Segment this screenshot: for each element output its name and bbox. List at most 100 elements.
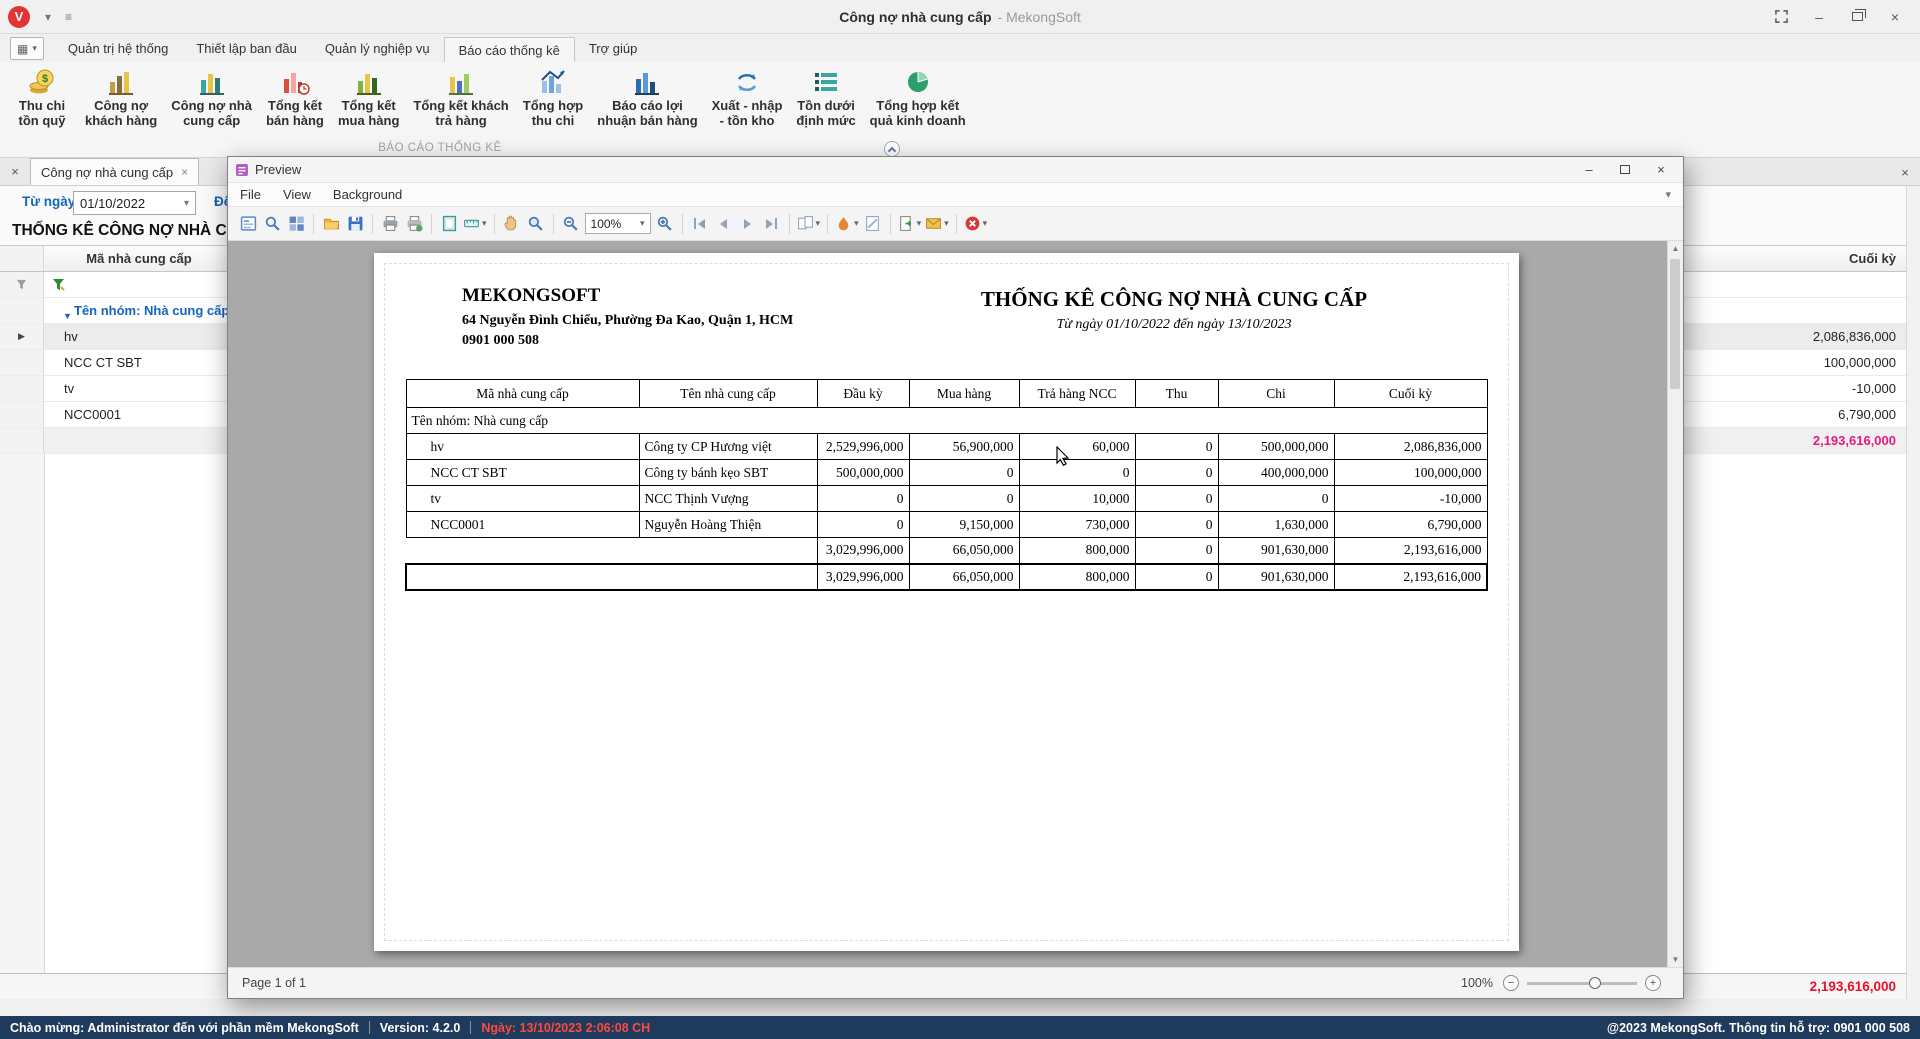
scroll-up-icon[interactable]: ▲ [1668, 241, 1683, 256]
ribbon-item-tong-ket-mua-hang[interactable]: Tổng kết mua hàng [331, 65, 406, 131]
window-title: Công nợ nhà cung cấp- MekongSoft [839, 9, 1081, 25]
tab-quan-tri-he-thong[interactable]: Quản trị hệ thống [54, 36, 182, 62]
cell-closing[interactable]: 6,790,000 [1681, 402, 1906, 427]
hand-tool-icon[interactable] [500, 211, 524, 237]
multiple-pages-icon[interactable]: ▾ [795, 211, 823, 237]
ribbon-item-cong-no-khach-hang[interactable]: Công nợ khách hàng [78, 65, 164, 131]
open-file-icon[interactable] [319, 211, 343, 237]
ribbon-item-ton-duoi-dinh-muc[interactable]: Tồn dưới định mức [789, 65, 862, 131]
page-color-icon[interactable]: ▾ [833, 211, 861, 237]
ribbon-item-label: Xuất - nhập - tồn kho [712, 99, 783, 129]
ribbon-item-xuat-nhap-ton-kho[interactable]: Xuất - nhập - tồn kho [705, 65, 790, 131]
ribbon-item-tong-ket-ban-hang[interactable]: Tổng kết bán hàng [259, 65, 331, 131]
menu-background[interactable]: Background [333, 187, 402, 202]
from-date-input[interactable]: 01/10/2022 ▾ [73, 191, 196, 215]
ribbon-item-cong-no-nha-cung-cap[interactable]: Công nợ nhà cung cấp [164, 65, 259, 131]
chevron-down-icon[interactable]: ▾ [45, 10, 51, 24]
zoom-slider[interactable] [1527, 982, 1637, 985]
zoom-in-icon[interactable] [653, 211, 677, 237]
tab-thiet-lap-ban-dau[interactable]: Thiết lập ban đầu [182, 36, 310, 62]
close-tab-group-button[interactable]: × [4, 162, 26, 182]
ribbon-item-bao-cao-loi-nhuan-ban-hang[interactable]: Báo cáo lợi nhuận bán hàng [590, 65, 704, 131]
quick-access-menu-icon[interactable]: ≡ [65, 10, 72, 24]
cell-closing[interactable]: 100,000,000 [1681, 350, 1906, 375]
cell-opening: 2,529,996,000 [817, 434, 909, 460]
minimize-icon[interactable]: – [1808, 7, 1830, 27]
ribbon-item-tong-hop-thu-chi[interactable]: Tổng hợp thu chi [516, 65, 591, 131]
next-page-icon[interactable] [736, 211, 760, 237]
cell-closing: 2,086,836,000 [1334, 434, 1487, 460]
scroll-down-icon[interactable]: ▼ [1668, 952, 1683, 967]
email-icon[interactable]: ▾ [923, 211, 951, 237]
scrollbar-thumb[interactable] [1670, 259, 1680, 389]
preview-title: Preview [255, 162, 301, 177]
cell-closing[interactable]: 2,086,836,000 [1681, 324, 1906, 349]
scale-icon[interactable]: ▾ [461, 211, 489, 237]
print-icon[interactable] [378, 211, 402, 237]
svg-text:$: $ [42, 73, 48, 85]
first-page-icon[interactable] [688, 211, 712, 237]
chevron-down-icon[interactable]: ▾ [640, 218, 645, 229]
cell-name: Công ty CP Hương việt [639, 434, 817, 460]
export-document-icon[interactable]: ▾ [896, 211, 924, 237]
ribbon-item-tong-ket-khach-tra-hang[interactable]: Tổng kết khách trả hàng [406, 65, 515, 131]
last-page-icon[interactable] [760, 211, 784, 237]
preview-document-area[interactable]: MEKONGSOFT 64 Nguyễn Đình Chiểu, Phường … [228, 241, 1683, 967]
application-button[interactable]: ▦ ▾ [10, 37, 44, 60]
close-preview-icon[interactable]: ▾ [962, 211, 990, 237]
tab-quan-ly-nghiep-vu[interactable]: Quản lý nghiệp vụ [311, 36, 444, 62]
quick-print-icon[interactable] [402, 211, 426, 237]
bar-chart-gold-icon [106, 67, 136, 97]
fit-screen-icon[interactable] [1770, 7, 1792, 27]
grid-col-code[interactable]: Mã nhà cung cấp [44, 246, 234, 271]
menu-file[interactable]: File [240, 187, 261, 202]
menu-view[interactable]: View [283, 187, 311, 202]
close-preview-window-icon[interactable]: × [1650, 161, 1672, 179]
filter-cell[interactable] [44, 272, 234, 297]
cell-code[interactable]: NCC0001 [44, 402, 234, 427]
preview-vertical-scrollbar[interactable]: ▲ ▼ [1667, 241, 1683, 967]
document-map-icon[interactable] [236, 211, 260, 237]
save-icon[interactable] [343, 211, 367, 237]
prev-page-icon[interactable] [712, 211, 736, 237]
cell-code[interactable]: hv [44, 324, 234, 349]
ribbon-item-thu-chi-ton-quy[interactable]: $ Thu chi tồn quỹ [6, 65, 78, 131]
zoom-out-icon[interactable] [559, 211, 583, 237]
thumbnails-icon[interactable] [284, 211, 308, 237]
magnifier-icon[interactable] [524, 211, 548, 237]
zoom-combobox[interactable]: 100% ▾ [585, 213, 651, 234]
menu-overflow-icon[interactable]: ▾ [1665, 188, 1671, 201]
col-header: Trả hàng NCC [1019, 380, 1135, 408]
report-group-label: Tên nhóm: Nhà cung cấp [406, 408, 1487, 434]
maximize-icon[interactable] [1614, 161, 1636, 179]
cell-closing[interactable]: -10,000 [1681, 376, 1906, 401]
chart-trend-blue-icon [538, 67, 568, 97]
zoom-in-button[interactable]: + [1645, 975, 1661, 991]
tab-bao-cao-thong-ke[interactable]: Báo cáo thống kê [444, 37, 575, 63]
grid-col-closing[interactable]: Cuối kỳ [1681, 246, 1906, 271]
preview-titlebar[interactable]: Preview – × [228, 157, 1683, 183]
zoom-out-button[interactable]: − [1503, 975, 1519, 991]
watermark-icon[interactable] [861, 211, 885, 237]
zoom-slider-knob[interactable] [1589, 977, 1601, 989]
tab-tro-giup[interactable]: Trợ giúp [575, 36, 652, 62]
preview-toolbar: ▾ 100% ▾ ▾ ▾ ▾ ▾ ▾ [228, 207, 1683, 241]
restore-icon[interactable] [1846, 7, 1868, 27]
page-setup-icon[interactable] [437, 211, 461, 237]
cell-code[interactable]: tv [44, 376, 234, 401]
ribbon-item-tong-hop-ket-qua-kinh-doanh[interactable]: Tổng hợp kết quả kinh doanh [863, 65, 973, 131]
group-total-value: 2,193,616,000 [1681, 428, 1906, 453]
search-icon[interactable] [260, 211, 284, 237]
group-row-label: Tên nhóm: Nhà cung cấp [74, 303, 229, 318]
report-row: tv NCC Thịnh Vượng 0 0 10,000 0 0 -10,00… [406, 486, 1487, 512]
cell-code[interactable]: NCC CT SBT [44, 350, 234, 375]
main-vertical-scrollbar[interactable] [1906, 186, 1920, 999]
close-window-icon[interactable]: × [1884, 7, 1906, 27]
bar-chart-teal-icon [197, 67, 227, 97]
expand-group-icon[interactable]: ▼ [58, 306, 68, 316]
doc-tab-cong-no-nha-cung-cap[interactable]: Công nợ nhà cung cấp × [30, 158, 199, 185]
collapse-ribbon-button[interactable] [884, 141, 900, 157]
minimize-icon[interactable]: – [1578, 161, 1600, 179]
close-tab-icon[interactable]: × [181, 165, 188, 179]
close-document-button[interactable]: × [1894, 162, 1916, 182]
